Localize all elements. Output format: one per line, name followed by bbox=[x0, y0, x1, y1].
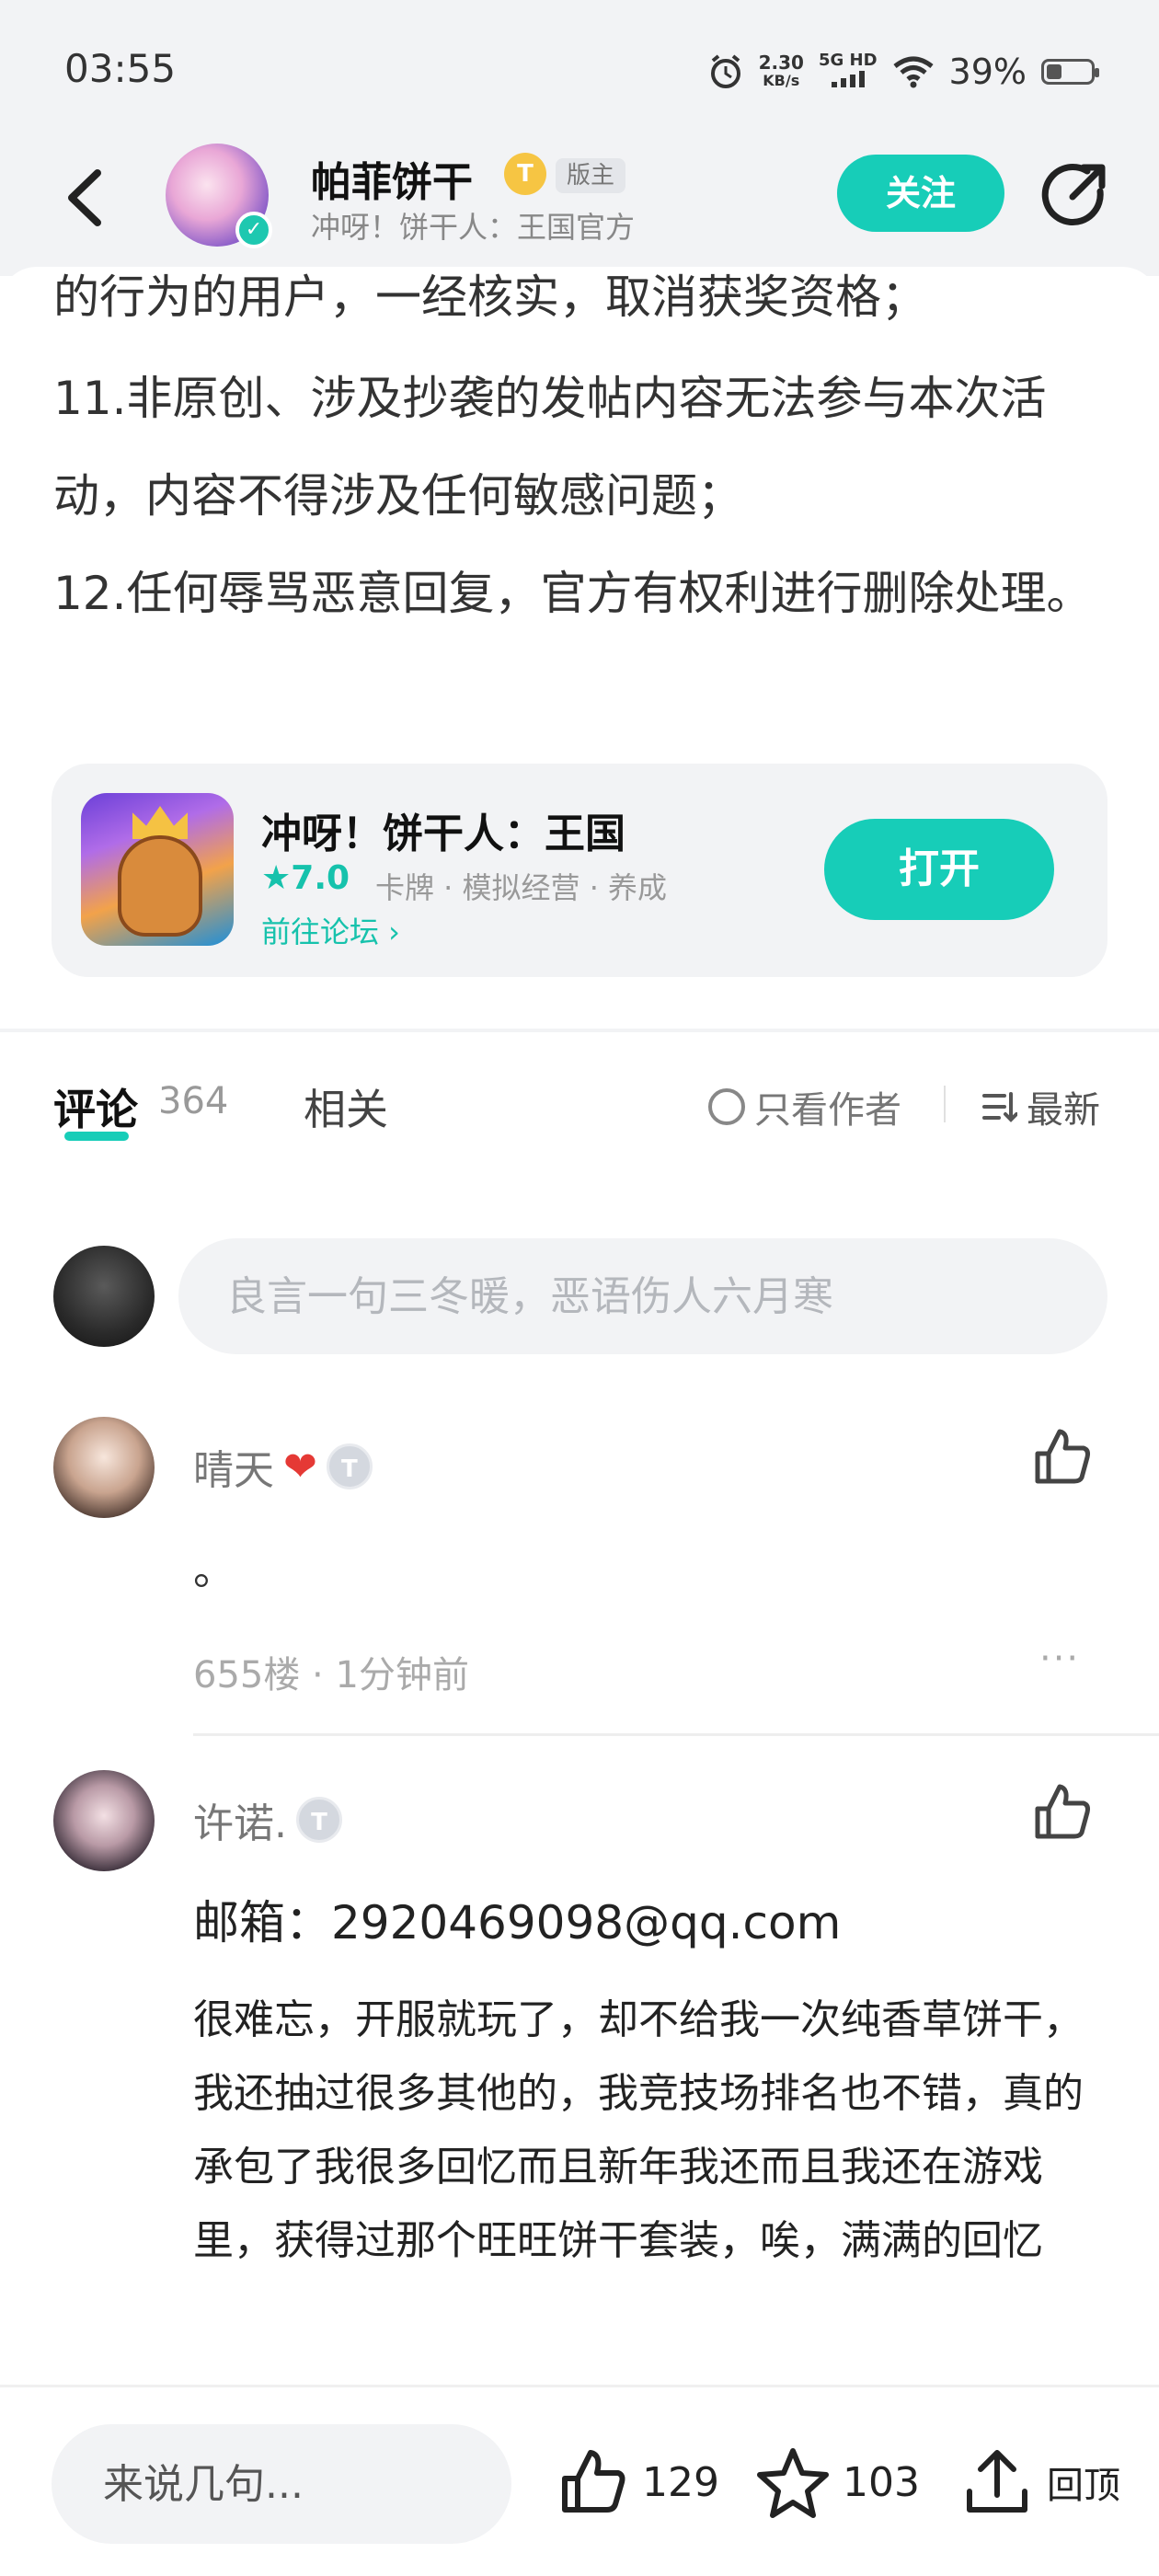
commenter-name[interactable]: 许诺. T bbox=[193, 1790, 342, 1849]
net-speed: 2.30 KB/s bbox=[759, 53, 804, 90]
tab-comments[interactable]: 评论 bbox=[53, 1076, 138, 1137]
commenter-avatar[interactable] bbox=[53, 1770, 155, 1871]
bottom-action-bar: 129 103 回顶 bbox=[0, 2385, 1159, 2576]
back-button[interactable] bbox=[55, 166, 120, 230]
battery-icon bbox=[1041, 59, 1099, 85]
wifi-icon bbox=[892, 56, 934, 88]
alarm-icon bbox=[710, 54, 740, 88]
arrow-up-icon bbox=[967, 2450, 1027, 2513]
game-icon bbox=[81, 793, 234, 946]
game-tags: 卡牌 · 模拟经营 · 养成 bbox=[375, 870, 668, 905]
follow-button[interactable]: 关注 bbox=[837, 155, 1004, 232]
post-content: 的行为的用户，一经核实，取消获奖资格； 11.非原创、涉及抄袭的发帖内容无法参与… bbox=[0, 267, 1159, 2392]
commenter-name[interactable]: 晴天 ❤ T bbox=[193, 1437, 373, 1496]
like-button[interactable]: 129 bbox=[556, 2441, 719, 2524]
thumbs-up-icon bbox=[562, 2450, 625, 2513]
game-card[interactable]: 冲呀！饼干人：王国 ★7.0 卡牌 · 模拟经营 · 养成 前往论坛 › 打开 bbox=[52, 764, 1107, 977]
only-author-toggle[interactable]: 只看作者 bbox=[708, 1080, 901, 1133]
current-user-avatar bbox=[53, 1246, 155, 1347]
heart-icon: ❤ bbox=[283, 1443, 317, 1490]
game-title: 冲呀！饼干人：王国 bbox=[261, 811, 625, 857]
battery-percent: 39% bbox=[948, 52, 1027, 92]
back-to-top-label: 回顶 bbox=[1047, 2465, 1120, 2507]
user-level-badge: T bbox=[296, 1797, 342, 1843]
commenter-avatar[interactable] bbox=[53, 1417, 155, 1518]
status-time: 03:55 bbox=[64, 46, 177, 91]
section-divider bbox=[0, 1029, 1159, 1032]
article-paragraph: 11.非原创、涉及抄袭的发帖内容无法参与本次活动，内容不得涉及任何敏感问题； bbox=[53, 372, 1047, 523]
sort-icon bbox=[982, 1092, 1017, 1122]
favorite-count: 103 bbox=[843, 2458, 920, 2506]
open-game-button[interactable]: 打开 bbox=[824, 819, 1054, 920]
reply-input[interactable] bbox=[52, 2424, 511, 2544]
forum-link[interactable]: 前往论坛 › bbox=[261, 909, 400, 951]
article-paragraph: 的行为的用户，一经核实，取消获奖资格； bbox=[53, 270, 927, 324]
back-to-top-button[interactable]: 回顶 bbox=[960, 2441, 1120, 2524]
net-speed-unit: KB/s bbox=[763, 72, 800, 89]
star-icon bbox=[757, 2448, 829, 2518]
status-bar: 03:55 2.30 KB/s 5G HD 39% bbox=[0, 0, 1159, 138]
tab-active-indicator bbox=[64, 1132, 129, 1141]
status-icons: 2.30 KB/s 5G HD 39% bbox=[707, 46, 1099, 98]
tab-related[interactable]: 相关 bbox=[304, 1076, 388, 1137]
author-subtitle: 冲呀！饼干人：王国官方 bbox=[311, 210, 636, 245]
network-label: 5G HD bbox=[818, 51, 878, 70]
tab-separator bbox=[944, 1086, 946, 1122]
author-avatar[interactable]: ✓ bbox=[166, 144, 272, 248]
comment-email-line: 邮箱：2920469098@qq.com bbox=[193, 1896, 842, 1949]
comment-like-icon[interactable] bbox=[1028, 1779, 1095, 1846]
comment-input[interactable] bbox=[178, 1238, 1107, 1354]
comment-text: 很难忘，开服就玩了，却不给我一次纯香草饼干，我还抽过很多其他的，我竞技场排名也不… bbox=[193, 1996, 1084, 2264]
favorite-button[interactable]: 103 bbox=[756, 2441, 920, 2524]
author-role-badge: 版主 bbox=[556, 158, 626, 193]
share-icon[interactable] bbox=[1039, 160, 1109, 230]
net-speed-value: 2.30 bbox=[758, 52, 804, 74]
cell-signal-icon bbox=[831, 71, 865, 87]
commenter-name-text: 许诺. bbox=[193, 1800, 287, 1847]
sort-label: 最新 bbox=[1027, 1089, 1100, 1132]
game-rating: ★7.0 bbox=[261, 859, 350, 897]
verified-icon: ✓ bbox=[235, 212, 272, 248]
user-level-badge: T bbox=[326, 1443, 373, 1489]
comment-like-icon[interactable] bbox=[1028, 1424, 1095, 1490]
comment-meta: 655楼 · 1分钟前 bbox=[193, 1654, 469, 1696]
commenter-name-text: 晴天 bbox=[193, 1447, 274, 1494]
author-name[interactable]: 帕菲饼干 bbox=[311, 149, 473, 208]
only-author-label: 只看作者 bbox=[754, 1089, 901, 1132]
author-level-badge: T bbox=[504, 153, 546, 195]
radio-icon bbox=[708, 1088, 745, 1125]
comment-divider bbox=[193, 1733, 1159, 1736]
comment-text: 。 bbox=[193, 1545, 235, 1594]
article-paragraph: 12.任何辱骂恶意回复，官方有权利进行删除处理。 bbox=[53, 567, 1093, 620]
like-count: 129 bbox=[642, 2458, 719, 2506]
comment-count: 364 bbox=[158, 1080, 229, 1122]
more-options-icon[interactable]: ··· bbox=[1039, 1638, 1080, 1680]
sort-latest-button[interactable]: 最新 bbox=[981, 1080, 1100, 1133]
network-indicator: 5G HD bbox=[819, 52, 878, 91]
post-header: ✓ 帕菲饼干 T 版主 冲呀！饼干人：王国官方 关注 bbox=[0, 138, 1159, 276]
post-detail-page: 03:55 2.30 KB/s 5G HD 39% ✓ 帕菲饼干 T 版主 冲呀… bbox=[0, 0, 1159, 2576]
